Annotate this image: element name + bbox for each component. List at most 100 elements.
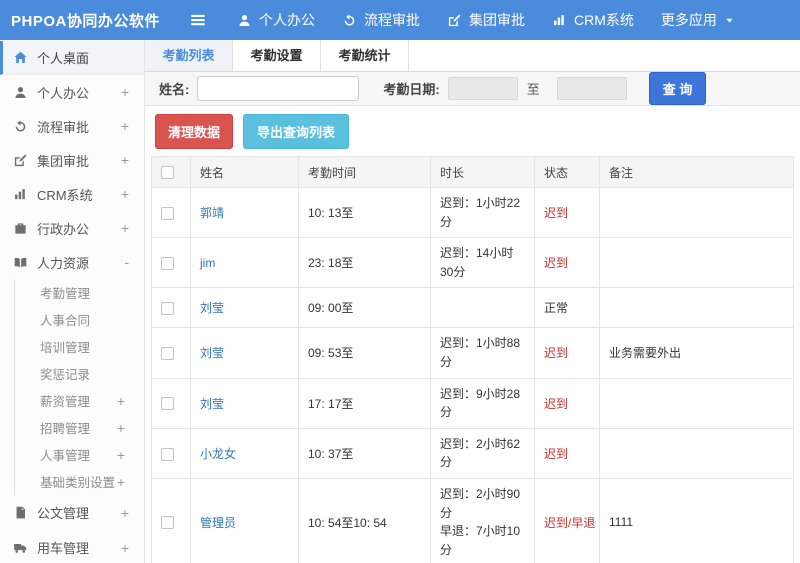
sidebar-hr-submenu: 考勤管理 人事合同 培训管理 奖惩记录 薪资管理 + 招聘管理 + 人事管理 + 基础类别设置 + bbox=[14, 279, 144, 495]
cell-name: jim bbox=[190, 237, 299, 289]
date-from-input[interactable] bbox=[447, 77, 518, 100]
sidebar-item[interactable]: 人力资源 - bbox=[0, 245, 144, 279]
cell-duration: 迟到：2小时62分 bbox=[430, 427, 535, 479]
cell-checkbox bbox=[151, 377, 191, 429]
cell-checkbox bbox=[151, 287, 191, 329]
row-checkbox[interactable] bbox=[161, 256, 174, 270]
expand-plus-icon[interactable]: + bbox=[117, 420, 125, 436]
expand-plus-icon[interactable]: + bbox=[121, 220, 129, 236]
top-nav-item-label: CRM系统 bbox=[574, 12, 634, 28]
expand-plus-icon[interactable]: + bbox=[121, 186, 129, 202]
sidebar-item-label: 考勤管理 bbox=[40, 287, 91, 301]
sidebar-item[interactable]: 人事合同 bbox=[15, 306, 144, 333]
cell-duration: 迟到：9小时28分 bbox=[430, 377, 535, 429]
sidebar-item-label: CRM系统 bbox=[37, 187, 93, 203]
sidebar-item[interactable]: 招聘管理 + bbox=[15, 414, 144, 441]
edit-square-icon bbox=[447, 13, 462, 28]
clean-data-button[interactable]: 清理数据 bbox=[155, 114, 234, 149]
row-checkbox[interactable] bbox=[161, 397, 174, 411]
cell-time: 17: 17至 bbox=[298, 377, 431, 429]
expand-plus-icon[interactable]: + bbox=[117, 393, 125, 409]
app-title: PHPOA协同办公软件 bbox=[11, 12, 160, 30]
employee-name-link[interactable]: 刘莹 bbox=[200, 346, 224, 360]
top-nav-item[interactable]: 更多应用 bbox=[661, 10, 735, 30]
sidebar-item[interactable]: 奖惩记录 bbox=[15, 360, 144, 387]
employee-name-link[interactable]: 小龙女 bbox=[200, 447, 236, 461]
cell-remark bbox=[599, 186, 794, 239]
sidebar-item[interactable]: 个人办公 + bbox=[0, 75, 144, 109]
main-content: 考勤列表 考勤设置 考勤统计 姓名: 考勤日期: 至 查 询 清理数据 导出查询列表… bbox=[145, 40, 800, 563]
collapse-minus-icon[interactable]: - bbox=[124, 254, 129, 270]
expand-plus-icon[interactable]: + bbox=[117, 447, 125, 463]
top-nav-item[interactable]: 个人办公 bbox=[237, 10, 315, 30]
table-row: 郭靖 10: 13至 迟到：1小时22分 迟到 bbox=[151, 186, 794, 239]
sidebar-item-label: 奖惩记录 bbox=[40, 368, 91, 382]
cell-checkbox bbox=[151, 327, 191, 379]
row-checkbox[interactable] bbox=[161, 516, 174, 530]
sidebar-item[interactable]: 流程审批 + bbox=[0, 109, 144, 143]
select-all-checkbox[interactable] bbox=[161, 166, 174, 180]
sidebar-item-label: 基础类别设置 bbox=[40, 476, 116, 490]
cell-remark bbox=[599, 287, 794, 329]
expand-plus-icon[interactable]: + bbox=[121, 505, 129, 521]
sidebar-item[interactable]: 公文管理 + bbox=[0, 495, 144, 530]
sidebar-item[interactable]: 考勤管理 bbox=[15, 279, 144, 306]
expand-plus-icon[interactable]: + bbox=[121, 152, 129, 168]
edit-square-icon bbox=[13, 153, 28, 168]
expand-plus-icon[interactable]: + bbox=[121, 84, 129, 100]
cell-status: 迟到 bbox=[534, 427, 600, 479]
cell-name: 刘莹 bbox=[190, 287, 299, 329]
sidebar-item[interactable]: 培训管理 bbox=[15, 333, 144, 360]
export-list-button[interactable]: 导出查询列表 bbox=[243, 114, 350, 149]
cell-name: 刘莹 bbox=[190, 327, 299, 379]
select-all-cell bbox=[151, 156, 191, 188]
table-row: 刘莹 09: 00至 正常 bbox=[151, 287, 794, 329]
sidebar-item[interactable]: 集团审批 + bbox=[0, 143, 144, 177]
search-button[interactable]: 查 询 bbox=[648, 72, 707, 105]
tab[interactable]: 考勤列表 bbox=[145, 40, 233, 71]
sidebar-item-label: 公文管理 bbox=[37, 506, 90, 521]
employee-name-link[interactable]: 管理员 bbox=[200, 516, 236, 530]
expand-plus-icon[interactable]: + bbox=[121, 118, 129, 134]
row-checkbox[interactable] bbox=[161, 302, 174, 316]
employee-name-link[interactable]: 郭靖 bbox=[200, 206, 224, 220]
name-input[interactable] bbox=[197, 76, 360, 101]
sidebar-item[interactable]: 用车管理 + bbox=[0, 530, 144, 563]
sidebar-item[interactable]: 薪资管理 + bbox=[15, 387, 144, 414]
truck-icon bbox=[13, 540, 28, 555]
top-nav-item[interactable]: 集团审批 bbox=[447, 10, 525, 30]
date-to-input[interactable] bbox=[556, 77, 627, 100]
employee-name-link[interactable]: 刘莹 bbox=[200, 301, 224, 315]
expand-plus-icon[interactable]: + bbox=[121, 540, 129, 556]
cell-time: 23: 18至 bbox=[298, 237, 431, 289]
row-checkbox[interactable] bbox=[161, 206, 174, 220]
sidebar-item[interactable]: CRM系统 + bbox=[0, 177, 144, 211]
filter-bar: 姓名: 考勤日期: 至 查 询 bbox=[145, 72, 800, 106]
cell-status: 迟到/早退 bbox=[534, 477, 600, 563]
tab[interactable]: 考勤统计 bbox=[321, 40, 409, 71]
attendance-table: 姓名 考勤时间 时长 状态 备注 郭靖 10: 13至 迟到：1小时22分 迟到 jim 23: … bbox=[151, 156, 794, 563]
cell-duration: 迟到：1小时88分 bbox=[430, 327, 535, 379]
employee-name-link[interactable]: 刘莹 bbox=[200, 397, 224, 411]
sidebar-item-label: 培训管理 bbox=[40, 341, 91, 355]
column-header: 姓名 bbox=[190, 156, 299, 188]
table-row: 刘莹 17: 17至 迟到：9小时28分 迟到 bbox=[151, 377, 794, 429]
cycle-arrow-icon bbox=[13, 119, 28, 134]
top-nav-item[interactable]: CRM系统 bbox=[552, 10, 634, 30]
row-checkbox[interactable] bbox=[161, 447, 174, 461]
actions-bar: 清理数据 导出查询列表 bbox=[145, 106, 800, 156]
cell-remark bbox=[599, 237, 794, 289]
top-nav-item[interactable]: 流程审批 bbox=[342, 10, 420, 30]
sidebar-item[interactable]: 个人桌面 bbox=[0, 41, 144, 75]
sidebar-item[interactable]: 基础类别设置 + bbox=[15, 468, 144, 495]
tab[interactable]: 考勤设置 bbox=[233, 40, 321, 71]
sidebar-item[interactable]: 行政办公 + bbox=[0, 211, 144, 245]
app-header: PHPOA协同办公软件 个人办公 流程审批 集团审批 CRM系统 更多应用 bbox=[0, 0, 800, 40]
employee-name-link[interactable]: jim bbox=[200, 256, 215, 270]
cell-time: 09: 00至 bbox=[298, 287, 431, 329]
date-label: 考勤日期: bbox=[383, 82, 440, 97]
sidebar-item[interactable]: 人事管理 + bbox=[15, 441, 144, 468]
expand-plus-icon[interactable]: + bbox=[117, 474, 125, 490]
menu-icon[interactable] bbox=[187, 11, 209, 29]
row-checkbox[interactable] bbox=[161, 347, 174, 361]
